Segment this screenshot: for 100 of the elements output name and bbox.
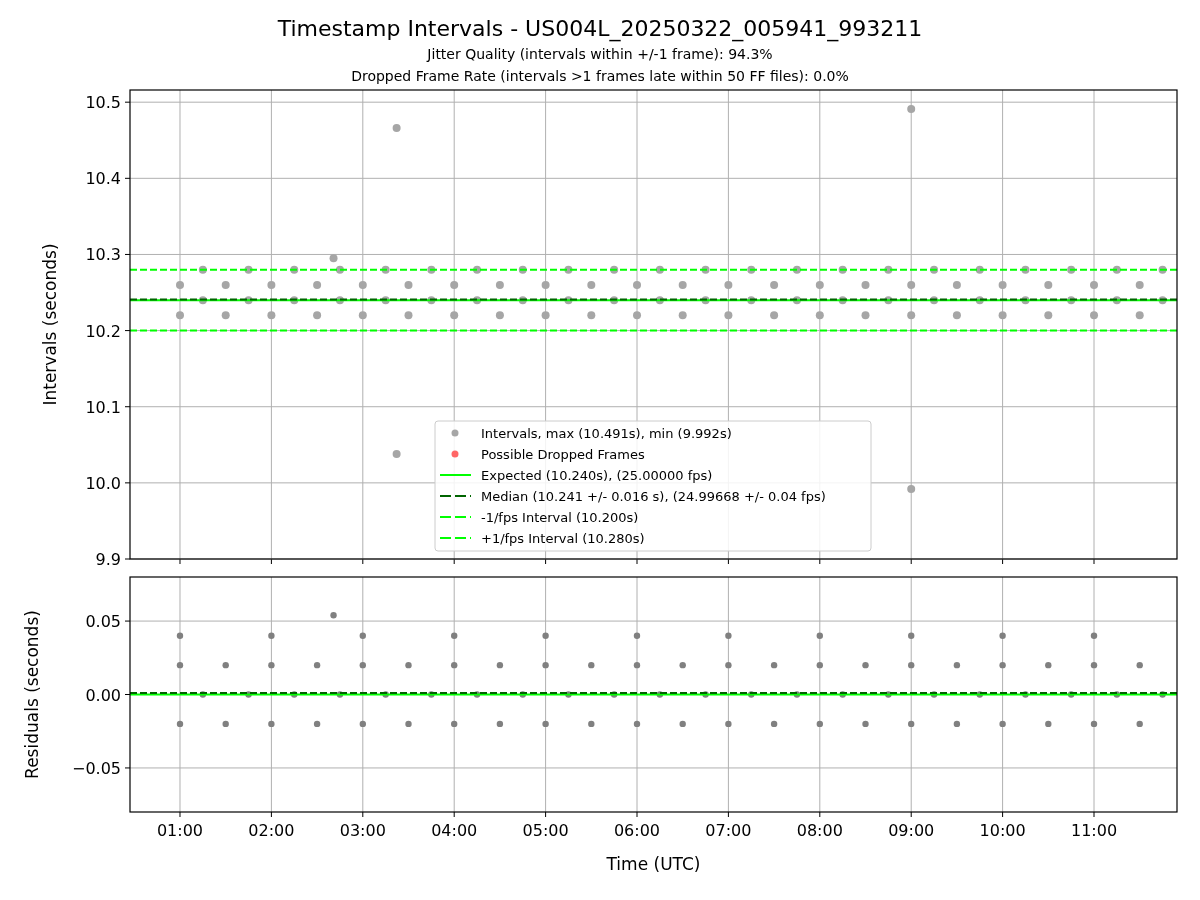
data-point: [222, 661, 229, 669]
data-point: [245, 691, 252, 698]
data-point: [290, 296, 299, 305]
data-point: [268, 632, 275, 639]
data-point: [975, 296, 984, 305]
tick-label: 02:00: [248, 821, 295, 840]
data-point: [908, 720, 915, 728]
axis-title: Intervals (seconds): [40, 243, 60, 406]
data-point: [405, 720, 412, 728]
data-point: [313, 280, 322, 289]
data-point: [702, 691, 709, 698]
legend-label: Possible Dropped Frames: [481, 446, 645, 462]
data-point: [747, 296, 756, 305]
data-point: [999, 632, 1006, 639]
data-point: [610, 296, 619, 305]
data-point: [518, 296, 527, 305]
data-point: [770, 311, 779, 320]
legend-label: Intervals, max (10.491s), min (9.992s): [481, 425, 732, 441]
data-point: [198, 265, 207, 274]
data-point: [839, 691, 846, 698]
data-point: [268, 661, 275, 669]
data-point: [330, 612, 337, 619]
data-point: [656, 691, 664, 698]
tick-label: 07:00: [705, 821, 752, 840]
data-point: [359, 632, 366, 639]
axis-title: Residuals (seconds): [22, 610, 42, 779]
data-point: [1067, 691, 1075, 698]
data-point: [679, 661, 686, 669]
data-point: [1136, 661, 1143, 669]
data-point: [244, 265, 253, 274]
data-point: [542, 661, 549, 669]
data-point: [392, 124, 401, 133]
data-point: [816, 720, 823, 728]
data-point: [678, 280, 687, 289]
data-point: [268, 720, 275, 728]
data-point: [975, 265, 984, 274]
tick-label: 10:00: [979, 821, 1026, 840]
data-point: [953, 661, 961, 669]
data-point: [792, 265, 801, 274]
data-point: [1067, 265, 1076, 274]
tick-label: 0.05: [85, 612, 121, 632]
data-point: [451, 661, 458, 669]
data-point: [1021, 265, 1030, 274]
data-point: [862, 720, 869, 728]
data-point: [1113, 691, 1121, 698]
data-point: [999, 661, 1006, 669]
data-point: [519, 691, 526, 698]
data-point: [633, 632, 641, 639]
data-point: [244, 296, 253, 305]
data-point: [1090, 632, 1098, 639]
data-point: [747, 265, 756, 274]
data-point: [885, 691, 892, 698]
tick-label: 05:00: [522, 821, 569, 840]
data-point: [725, 632, 732, 639]
data-point: [542, 720, 549, 728]
data-point: [701, 265, 710, 274]
tick-label: 10.2: [85, 321, 121, 341]
data-point: [770, 720, 778, 728]
data-point: [359, 720, 366, 728]
data-point: [495, 280, 504, 289]
data-point: [748, 691, 755, 698]
data-point: [1136, 720, 1143, 728]
data-point: [221, 311, 230, 320]
data-point: [473, 296, 482, 305]
data-point: [678, 311, 687, 320]
legend-label: -1/fps Interval (10.200s): [481, 509, 639, 525]
data-point: [770, 280, 779, 289]
data-point: [633, 720, 641, 728]
legend-label: Median (10.241 +/- 0.016 s), (24.99668 +/- 0.04 fps): [481, 488, 826, 504]
data-point: [1158, 296, 1167, 305]
data-point: [496, 661, 504, 669]
data-point: [999, 720, 1006, 728]
tick-label: 10.3: [85, 245, 121, 265]
data-point: [588, 720, 595, 728]
data-point: [884, 296, 893, 305]
data-point: [908, 661, 915, 669]
tick-label: 10.5: [85, 93, 121, 113]
data-point: [518, 265, 527, 274]
tick-label: 06:00: [613, 821, 661, 840]
data-point: [1045, 720, 1052, 728]
data-point: [792, 296, 801, 305]
data-point: [655, 265, 664, 274]
data-point: [1090, 720, 1098, 728]
data-point: [291, 691, 298, 698]
data-point: [1159, 691, 1166, 698]
data-point: [701, 296, 710, 305]
data-point: [222, 720, 229, 728]
subtitle: Dropped Frame Rate (intervals >1 frames late within 50 FF files): 0.0%: [351, 67, 849, 86]
data-point: [564, 296, 573, 305]
data-point: [1067, 296, 1076, 305]
legend-label: Expected (10.240s), (25.00000 fps): [481, 467, 713, 483]
tick-label: 9.9: [95, 550, 121, 569]
data-point: [1158, 265, 1167, 274]
data-point: [952, 311, 961, 320]
tick-label: 10.0: [85, 473, 121, 493]
tick-label: 11:00: [1070, 821, 1118, 840]
data-point: [335, 265, 344, 274]
data-point: [610, 265, 619, 274]
tick-label: 03:00: [339, 821, 386, 840]
tick-label: 01:00: [156, 821, 204, 840]
